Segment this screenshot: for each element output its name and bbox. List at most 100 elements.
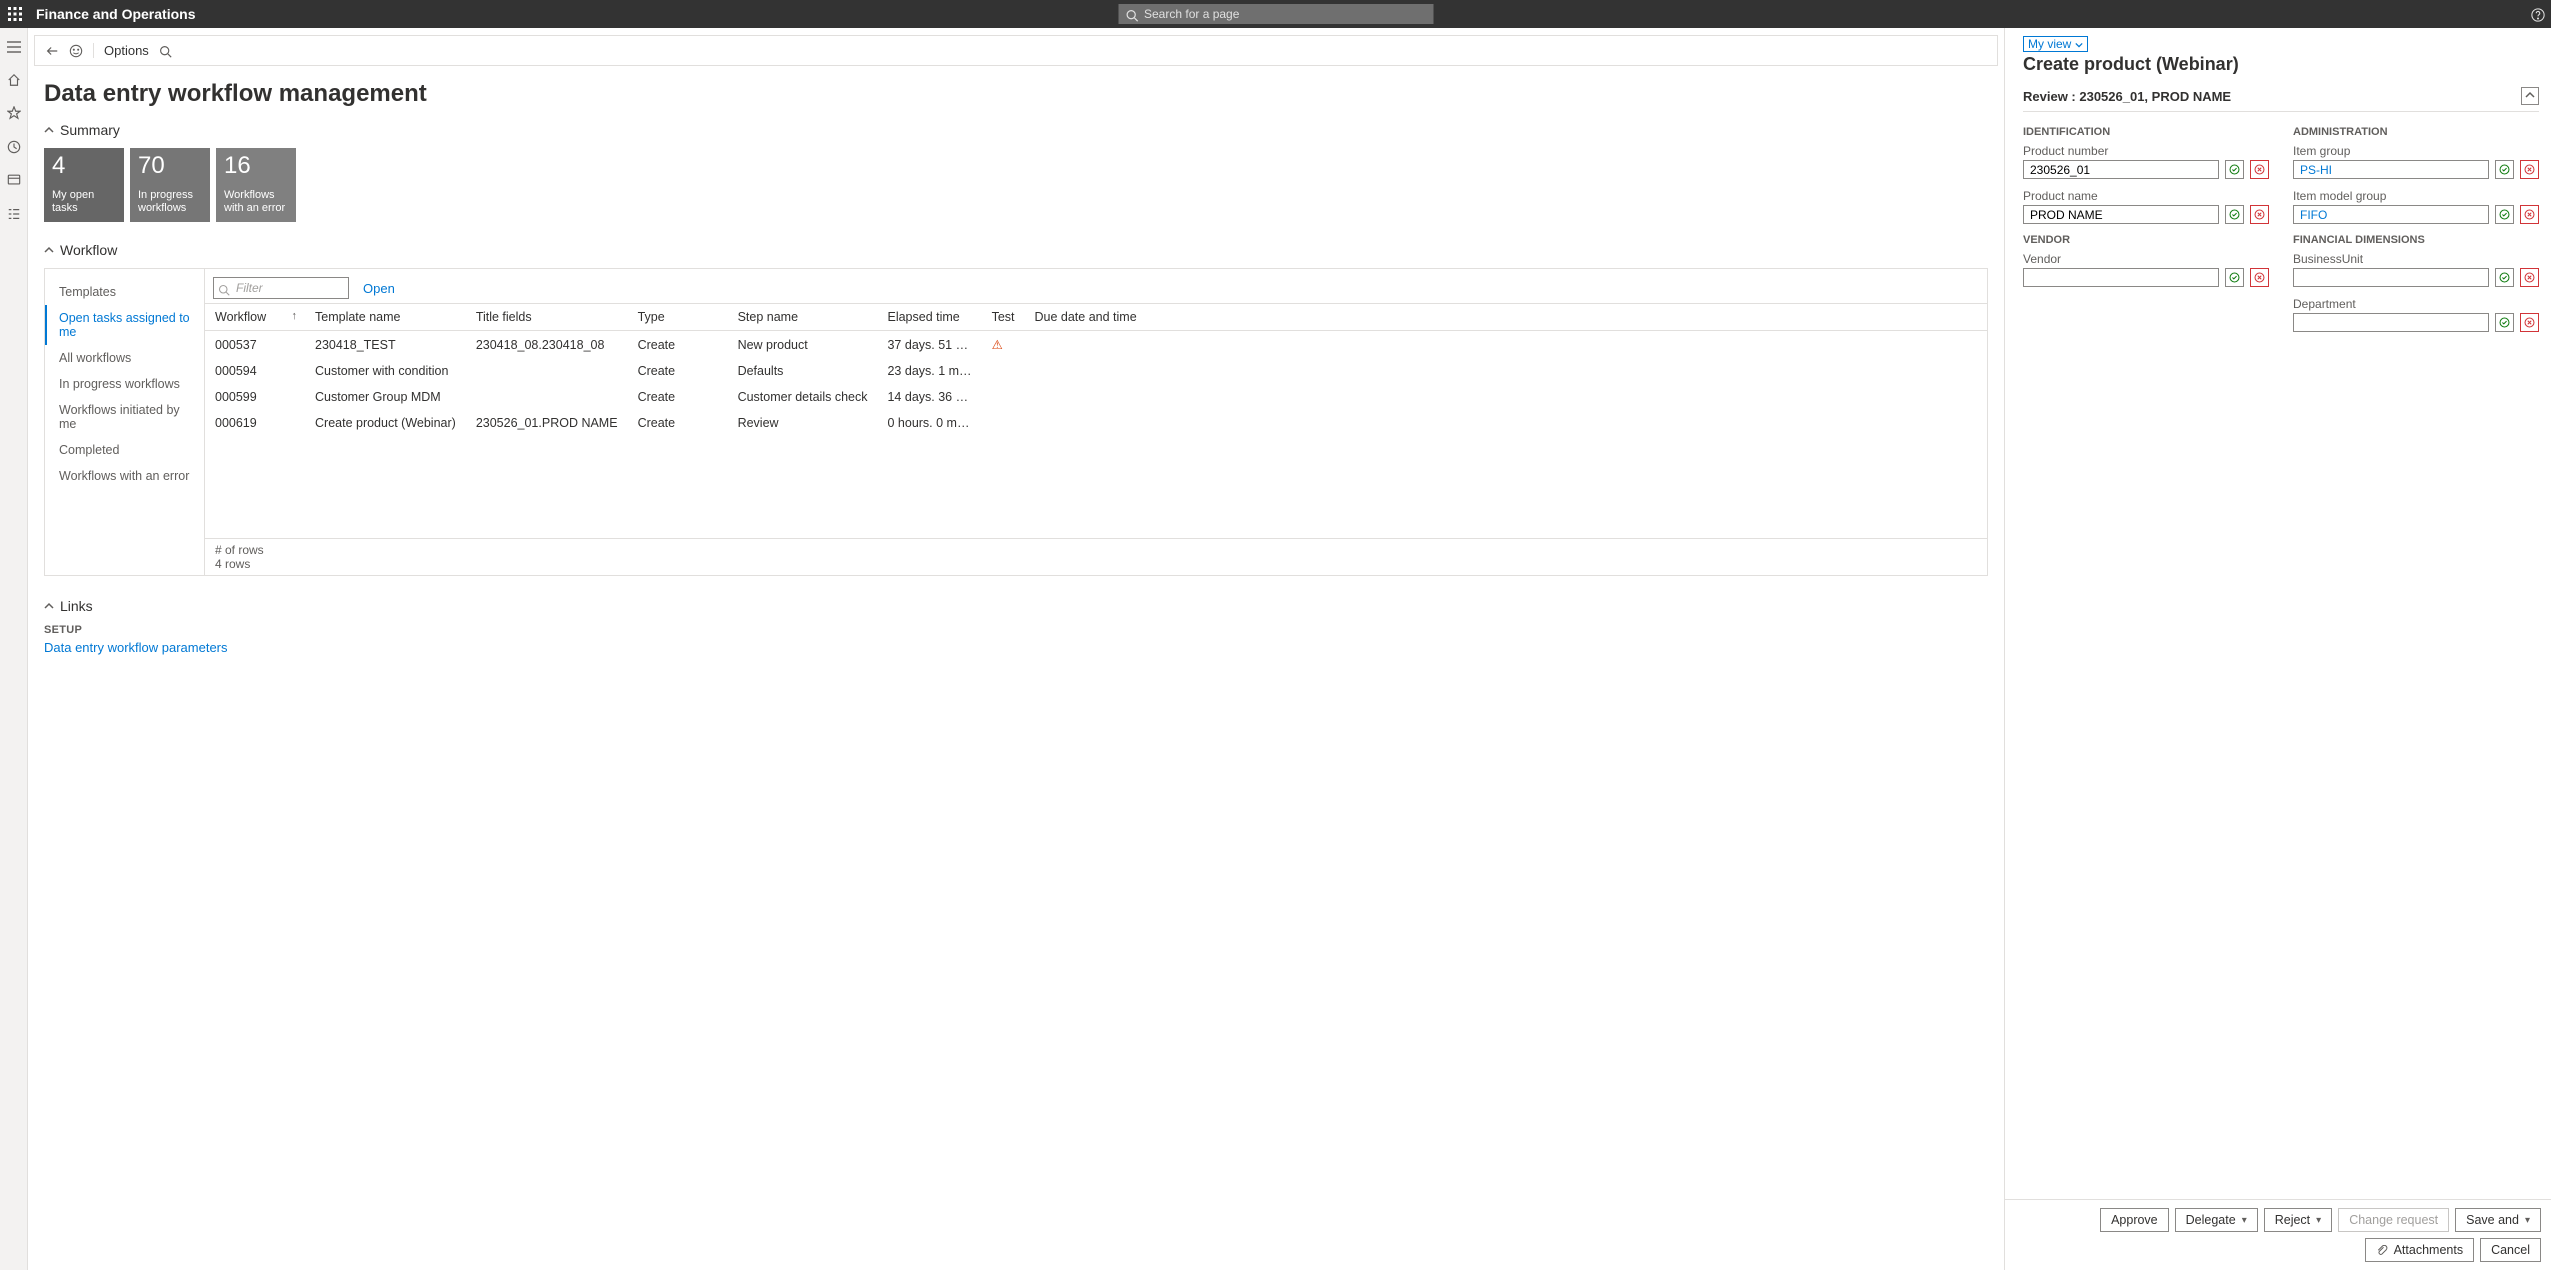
workflow-header[interactable]: Workflow (44, 242, 1988, 258)
product-name-input[interactable] (2023, 205, 2219, 224)
wfnav-error[interactable]: Workflows with an error (45, 463, 204, 489)
vendor-input[interactable] (2023, 268, 2219, 287)
card-count: 4 (52, 154, 116, 178)
chevron-down-icon: ▾ (2316, 1215, 2321, 1226)
col-title[interactable]: Title fields (466, 304, 628, 331)
search-icon (1125, 7, 1138, 22)
col-elapsed[interactable]: Elapsed time (877, 304, 981, 331)
wfnav-all[interactable]: All workflows (45, 345, 204, 371)
options-link[interactable]: Options (104, 43, 149, 58)
approve-button[interactable]: Approve (2100, 1208, 2169, 1232)
approve-field-button[interactable] (2495, 313, 2514, 332)
field-product-name: Product name (2023, 189, 2269, 224)
product-number-input[interactable] (2023, 160, 2219, 179)
wfnav-open-tasks[interactable]: Open tasks assigned to me (45, 305, 204, 345)
delegate-label: Delegate (2186, 1213, 2236, 1227)
business-unit-label: BusinessUnit (2293, 252, 2539, 266)
approve-field-button[interactable] (2225, 205, 2244, 224)
footer-label: # of rows (215, 543, 1977, 557)
delegate-button[interactable]: Delegate▾ (2175, 1208, 2258, 1232)
cancel-button[interactable]: Cancel (2480, 1238, 2541, 1262)
chevron-down-icon (44, 122, 54, 138)
field-item-model-group: Item model group (2293, 189, 2539, 224)
reject-field-button[interactable] (2520, 160, 2539, 179)
wfnav-completed[interactable]: Completed (45, 437, 204, 463)
cell-step: Customer details check (728, 384, 878, 410)
field-item-group: Item group (2293, 144, 2539, 179)
back-icon[interactable] (45, 43, 59, 59)
approve-field-button[interactable] (2495, 268, 2514, 287)
reject-field-button[interactable] (2250, 160, 2269, 179)
attachments-button[interactable]: Attachments (2365, 1238, 2474, 1262)
item-group-input[interactable] (2293, 160, 2489, 179)
department-input[interactable] (2293, 313, 2489, 332)
col-test[interactable]: Test (982, 304, 1025, 331)
view-label: My view (2028, 37, 2071, 51)
cell-type: Create (628, 410, 728, 436)
star-icon[interactable] (7, 105, 21, 121)
chevron-down-icon (44, 242, 54, 258)
card-with-error[interactable]: 16 Workflows with an error (216, 148, 296, 222)
col-template[interactable]: Template name (305, 304, 466, 331)
filter-icon (218, 281, 230, 296)
identification-label: IDENTIFICATION (2023, 126, 2269, 138)
cell-title: 230526_01.PROD NAME (466, 410, 628, 436)
search-input[interactable] (1118, 4, 1433, 24)
card-my-open-tasks[interactable]: 4 My open tasks (44, 148, 124, 222)
grid-footer: # of rows 4 rows (205, 538, 1987, 575)
approve-field-button[interactable] (2225, 160, 2244, 179)
col-type[interactable]: Type (628, 304, 728, 331)
wfnav-in-progress[interactable]: In progress workflows (45, 371, 204, 397)
field-product-number: Product number (2023, 144, 2269, 179)
reject-field-button[interactable] (2520, 205, 2539, 224)
wfnav-templates[interactable]: Templates (45, 279, 204, 305)
recent-icon[interactable] (7, 138, 21, 154)
filter-input[interactable] (213, 277, 349, 299)
table-row[interactable]: 000619 Create product (Webinar) 230526_0… (205, 410, 1987, 436)
hamburger-icon[interactable] (7, 38, 21, 53)
filter-wrap (213, 277, 349, 299)
summary-header[interactable]: Summary (44, 122, 1988, 138)
table-row[interactable]: 000594 Customer with condition Create De… (205, 358, 1987, 384)
app-launcher-icon[interactable] (8, 7, 22, 21)
help-icon[interactable] (2531, 6, 2545, 22)
search-container (1118, 4, 1433, 24)
reject-field-button[interactable] (2520, 268, 2539, 287)
reject-field-button[interactable] (2250, 205, 2269, 224)
action-search-icon[interactable] (159, 43, 172, 58)
table-row[interactable]: 000537 230418_TEST 230418_08.230418_08 C… (205, 331, 1987, 359)
business-unit-input[interactable] (2293, 268, 2489, 287)
wfnav-initiated[interactable]: Workflows initiated by me (45, 397, 204, 437)
links-header[interactable]: Links (44, 598, 1988, 614)
cell-template: Customer Group MDM (305, 384, 466, 410)
reject-label: Reject (2275, 1213, 2310, 1227)
smile-icon[interactable] (69, 43, 83, 59)
col-step[interactable]: Step name (728, 304, 878, 331)
item-model-group-input[interactable] (2293, 205, 2489, 224)
modules-icon[interactable] (7, 205, 21, 221)
view-dropdown[interactable]: My view (2023, 36, 2088, 52)
reject-field-button[interactable] (2520, 313, 2539, 332)
summary-label: Summary (60, 122, 120, 138)
card-count: 16 (224, 154, 288, 178)
open-link[interactable]: Open (363, 281, 395, 296)
product-name-label: Product name (2023, 189, 2269, 203)
approve-field-button[interactable] (2225, 268, 2244, 287)
workspace-icon[interactable] (7, 172, 21, 188)
cell-title (466, 358, 628, 384)
save-and-label: Save and (2466, 1213, 2519, 1227)
col-workflow[interactable]: Workflow (205, 304, 305, 331)
approve-field-button[interactable] (2495, 160, 2514, 179)
card-in-progress[interactable]: 70 In progress workflows (130, 148, 210, 222)
save-and-button[interactable]: Save and▾ (2455, 1208, 2541, 1232)
approve-field-button[interactable] (2495, 205, 2514, 224)
col-due[interactable]: Due date and time (1025, 304, 1988, 331)
table-row[interactable]: 000599 Customer Group MDM Create Custome… (205, 384, 1987, 410)
vendor-label: Vendor (2023, 252, 2269, 266)
collapse-button[interactable] (2521, 87, 2539, 105)
home-icon[interactable] (7, 71, 21, 87)
link-item-parameters[interactable]: Data entry workflow parameters (44, 640, 1988, 655)
reject-field-button[interactable] (2250, 268, 2269, 287)
paperclip-icon (2376, 1243, 2388, 1257)
reject-button[interactable]: Reject ▾ (2264, 1208, 2332, 1232)
